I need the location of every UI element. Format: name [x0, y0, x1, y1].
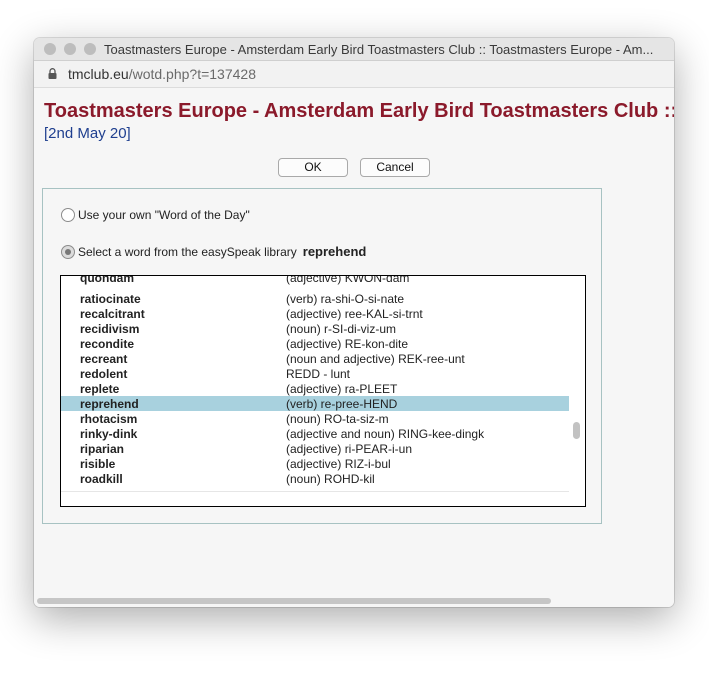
library-word-radio[interactable]	[61, 244, 75, 259]
own-word-option[interactable]: Use your own "Word of the Day"	[61, 207, 250, 223]
window-title: Toastmasters Europe - Amsterdam Early Bi…	[104, 42, 654, 57]
page-title: Toastmasters Europe - Amsterdam Early Bi…	[44, 100, 674, 122]
list-item[interactable]: ratiocinate (verb) ra-shi-O-si-nate	[61, 291, 569, 306]
list-item[interactable]: recreant (noun and adjective) REK-ree-unt	[61, 351, 569, 366]
word-text: riparian	[80, 442, 125, 456]
word-selection-panel: Use your own "Word of the Day" Select a …	[42, 188, 602, 524]
list-item[interactable]: rhotacism (noun) RO-ta-siz-m	[61, 411, 569, 426]
word-text: risible	[80, 457, 116, 471]
word-definition: (adjective) RIZ-i-bul	[286, 457, 391, 471]
word-definition: (verb) ra-shi-O-si-nate	[286, 292, 405, 306]
list-item[interactable]: risible (adjective) RIZ-i-bul	[61, 456, 569, 471]
word-definition: (noun) r-SI-di-viz-um	[286, 322, 397, 336]
url-domain: tmclub.eu	[68, 66, 129, 82]
own-word-radio[interactable]	[61, 207, 75, 222]
word-list[interactable]: quondam (adjective) KWON-dam ratiocinate (v…	[61, 276, 569, 491]
word-text: reprehend	[80, 397, 139, 411]
list-item[interactable]: reprehend (verb) re-pree-HEND	[61, 396, 569, 411]
word-text: rhotacism	[80, 412, 138, 426]
word-text: roadkill	[80, 472, 123, 486]
word-definition: (adjective) ree-KAL-si-trnt	[286, 307, 423, 321]
word-definition: (verb) re-pree-HEND	[286, 397, 398, 411]
lock-icon	[48, 68, 57, 79]
word-text: ratiocinate	[80, 292, 141, 306]
page-date: [2nd May 20]	[44, 125, 131, 142]
word-text: replete	[80, 382, 120, 396]
horizontal-scrollbar[interactable]	[37, 598, 551, 604]
minimize-window-button[interactable]	[64, 43, 76, 55]
word-text: quondam	[80, 276, 134, 285]
word-listbox[interactable]: quondam (adjective) KWON-dam ratiocinate (v…	[60, 275, 586, 507]
word-definition: (adjective and noun) RING-kee-dingk	[286, 427, 485, 441]
url-path: /wotd.php?t=137428	[128, 66, 256, 82]
vertical-scrollbar[interactable]	[573, 276, 581, 490]
word-text: recalcitrant	[80, 307, 145, 321]
list-item[interactable]: replete (adjective) ra-PLEET	[61, 381, 569, 396]
close-window-button[interactable]	[44, 43, 56, 55]
library-word-option[interactable]: Select a word from the easySpeak library…	[61, 244, 366, 260]
list-item[interactable]: recidivism (noun) r-SI-di-viz-um	[61, 321, 569, 336]
title-bar: Toastmasters Europe - Amsterdam Early Bi…	[34, 38, 674, 61]
word-definition: (noun) ROHD-kil	[286, 472, 375, 486]
list-item[interactable]: roadkill (noun) ROHD-kil	[61, 471, 569, 486]
word-definition: (adjective) KWON-dam	[286, 276, 410, 285]
address-bar[interactable]: tmclub.eu/wotd.php?t=137428	[34, 61, 674, 88]
ok-button[interactable]: OK	[278, 158, 348, 177]
word-text: redolent	[80, 367, 128, 381]
list-item[interactable]: recalcitrant (adjective) ree-KAL-si-trnt	[61, 306, 569, 321]
library-word-label: Select a word from the easySpeak library	[78, 245, 297, 259]
list-item[interactable]: rinky-dink (adjective and noun) RING-kee-…	[61, 426, 569, 441]
url-text[interactable]: tmclub.eu/wotd.php?t=137428	[68, 66, 256, 82]
own-word-label: Use your own "Word of the Day"	[78, 208, 250, 222]
word-text: recidivism	[80, 322, 140, 336]
word-definition: (noun and adjective) REK-ree-unt	[286, 352, 465, 366]
cancel-button[interactable]: Cancel	[360, 158, 430, 177]
word-text: recondite	[80, 337, 135, 351]
list-item[interactable]: recondite (adjective) RE-kon-dite	[61, 336, 569, 351]
list-item[interactable]: riparian (adjective) ri-PEAR-i-un	[61, 441, 569, 456]
word-definition: (adjective) ra-PLEET	[286, 382, 398, 396]
zoom-window-button[interactable]	[84, 43, 96, 55]
list-item[interactable]: redolent REDD - lunt	[61, 366, 569, 381]
word-text: recreant	[80, 352, 128, 366]
list-divider	[61, 491, 569, 492]
word-definition: (adjective) ri-PEAR-i-un	[286, 442, 413, 456]
word-definition: REDD - lunt	[286, 367, 351, 381]
vertical-scrollbar-thumb[interactable]	[573, 422, 580, 439]
list-item[interactable]: quondam (adjective) KWON-dam	[61, 276, 569, 291]
word-definition: (noun) RO-ta-siz-m	[286, 412, 389, 426]
word-definition: (adjective) RE-kon-dite	[286, 337, 409, 351]
word-text: rinky-dink	[80, 427, 138, 441]
selected-word: reprehend	[302, 244, 367, 259]
browser-window: Toastmasters Europe - Amsterdam Early Bi…	[34, 38, 674, 607]
page-content: Toastmasters Europe - Amsterdam Early Bi…	[34, 88, 674, 607]
